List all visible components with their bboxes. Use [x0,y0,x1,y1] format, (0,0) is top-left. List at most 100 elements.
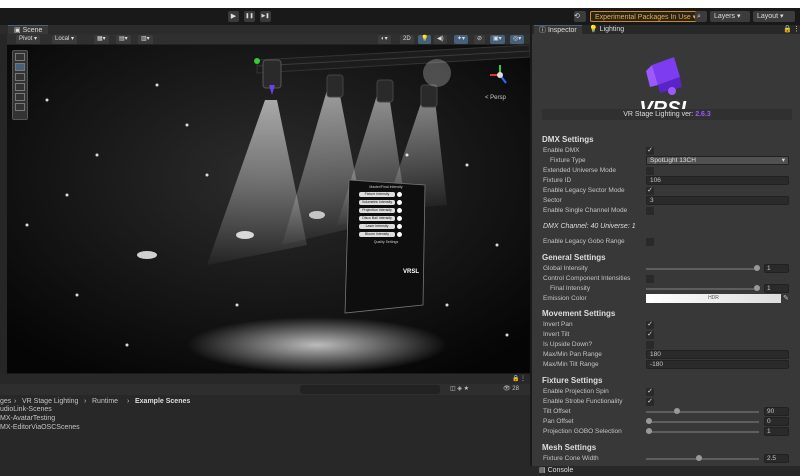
pan-range-field[interactable]: 180 [646,350,789,359]
gobo-selection-field[interactable]: 1 [764,427,789,436]
invert-pan-checkbox[interactable]: ✓ [646,321,654,329]
extended-universe-checkbox[interactable] [646,167,654,175]
tab-scene[interactable]: ▣ Scene [8,25,49,34]
tilt-offset-slider[interactable] [646,408,759,414]
hidden-objects-icon[interactable]: ⊘ [474,35,486,44]
pan-offset-field[interactable]: 0 [764,417,789,426]
legacy-sector-checkbox[interactable]: ✓ [646,187,654,195]
row-label: Enable Legacy Gobo Range [543,238,625,245]
projection-spin-checkbox[interactable]: ✓ [646,388,654,396]
pause-button[interactable]: ❚❚ [244,11,255,22]
scene-ui-slider-row: Laser Intensity [359,224,421,229]
hand-tool-icon[interactable] [15,53,25,61]
audio-toggle-icon[interactable]: ◀) [434,35,447,44]
console-tab-bar: ▤ Console [530,466,800,476]
perspective-label[interactable]: < Persp [485,95,506,101]
rotate-tool-icon[interactable] [15,73,25,81]
row-label: Max/Min Tilt Range [543,361,599,368]
single-channel-checkbox[interactable] [646,207,654,215]
layout-dropdown[interactable]: Layout ▾ [753,11,795,22]
emission-color-swatch[interactable]: HDR [646,294,781,303]
tilt-range-field[interactable]: -180 [646,360,789,369]
rect-tool-icon[interactable] [15,93,25,101]
history-icon[interactable]: ⟲ [574,11,586,22]
emission-color-row: Emission Color HDR ✎ [542,294,792,304]
camera-icon[interactable]: ▣▾ [490,35,505,44]
scale-tool-icon[interactable] [15,83,25,91]
final-intensity-slider[interactable] [646,285,760,291]
enable-dmx-checkbox[interactable]: ✓ [646,147,654,155]
upside-down-row: Is Upside Down? [542,340,792,350]
gizmos-icon[interactable]: ◎▾ [510,35,525,44]
global-intensity-slider[interactable] [646,265,760,271]
scene-ui-panel: Master/Final Intensity Fixture Intensity… [351,185,421,275]
control-component-checkbox[interactable] [646,275,654,283]
snap-increment-icon[interactable]: ▤▾ [116,35,131,44]
scene-ui-slider-label: Bloom Intensity [359,232,395,237]
local-dropdown[interactable]: Local ▾ [52,35,78,44]
fixture-id-field[interactable]: 106 [646,176,789,185]
menu-icon[interactable]: ⋮ [520,375,526,382]
row-label: Enable Strobe Functionality [543,398,623,405]
pan-offset-slider[interactable] [646,418,759,424]
fixture-id-row: Fixture ID 106 [542,176,792,186]
final-intensity-field[interactable]: 1 [764,284,789,293]
shading-mode-icon[interactable]: ◐▾ [378,35,391,44]
experimental-packages-dropdown[interactable]: Experimental Packages In Use ▾ [590,11,702,22]
search-icon[interactable]: ⌕ [695,11,707,22]
grid-snap-icon[interactable]: ▦▾ [94,35,109,44]
gobo-selection-slider[interactable] [646,428,759,434]
effects-icon[interactable]: ✦▾ [454,35,469,44]
slider-knob[interactable] [754,285,760,291]
cone-width-field[interactable]: 2.5 [764,454,789,463]
list-item[interactable]: MX-AvatarTesting [0,414,80,423]
project-search-input[interactable] [300,385,440,394]
tab-lighting[interactable]: 💡 Lighting [584,25,629,34]
lock-icon[interactable]: 🔒 [512,375,519,382]
upside-down-checkbox[interactable] [646,341,654,349]
slider-knob[interactable] [646,418,652,424]
hidden-count[interactable]: 👁 28 [503,385,519,392]
strobe-checkbox[interactable]: ✓ [646,398,654,406]
row-label: Enable Legacy Sector Mode [543,187,625,194]
list-item[interactable]: MX-EditorViaOSCScenes [0,423,80,432]
lighting-toggle-icon[interactable]: 💡 [418,35,432,44]
fixture-type-dropdown[interactable]: SpotLight 13CH ▾ [646,156,789,165]
row-label: Pan Offset [543,418,574,425]
row-label: Final Intensity [550,285,591,292]
scene-ui-slider-row: Disco Ball Intensity [359,216,421,221]
2d-toggle[interactable]: 2D [400,35,414,44]
slider-knob[interactable] [646,428,652,434]
list-item[interactable]: udioLink-Scenes [0,405,80,414]
invert-tilt-checkbox[interactable]: ✓ [646,331,654,339]
tab-console[interactable]: ▤ Console [534,466,578,475]
step-button[interactable]: ▶❚ [260,11,271,22]
play-button[interactable]: ▶ [228,11,239,22]
sector-field[interactable]: 3 [646,196,789,205]
tilt-offset-field[interactable]: 90 [764,407,789,416]
scene-ui-slider-label: Disco Ball Intensity [359,216,395,221]
cone-width-slider[interactable] [646,455,759,461]
tilt-range-row: Max/Min Tilt Range -180 [542,360,792,370]
layers-dropdown[interactable]: Layers ▾ [710,11,750,22]
ruler-icon[interactable]: ▥▾ [138,35,153,44]
scene-ui-slider-row: Fixture Intensity [359,192,421,197]
slider-knob[interactable] [674,408,680,414]
scene-viewport[interactable]: < Persp Master/Final Intensity Fixture I… [7,45,530,373]
move-tool-icon[interactable] [15,63,25,71]
breadcrumb-current[interactable]: Example Scenes [135,397,190,406]
sector-row: Sector 3 [542,196,792,206]
menu-icon[interactable]: ⋮ [788,25,800,34]
scene-ui-slider-row: Projection Intensity [359,208,421,213]
breadcrumb-item[interactable]: Runtime [92,397,118,406]
slider-knob[interactable] [754,265,760,271]
tab-inspector[interactable]: ⓘ Inspector [534,25,582,34]
global-intensity-field[interactable]: 1 [764,264,789,273]
pivot-dropdown[interactable]: Pivot ▾ [16,35,41,44]
filter-icon[interactable]: ◫ ◈ ★ [450,385,469,392]
slider-knob[interactable] [696,455,702,461]
dmx-channel-info: DMX Channel: 40 Universe: 1 [542,222,792,232]
transform-tool-icon[interactable] [15,103,25,111]
eyedropper-icon[interactable]: ✎ [783,294,789,304]
legacy-gobo-checkbox[interactable] [646,238,654,246]
